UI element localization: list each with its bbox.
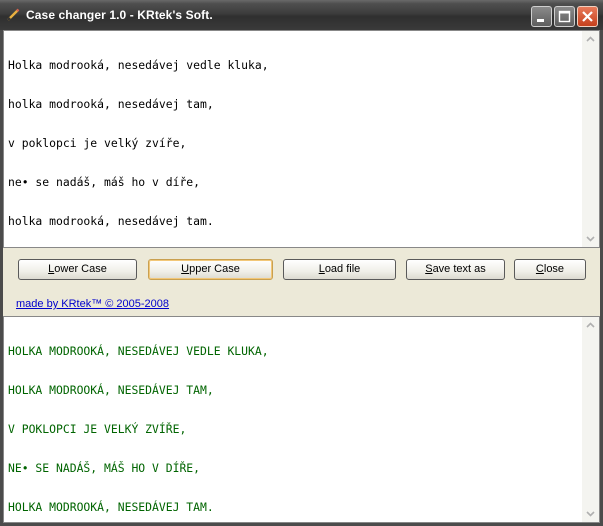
output-text[interactable]: HOLKA MODROOKÁ, NESEDÁVEJ VEDLE KLUKA, H… (8, 319, 269, 522)
credit-link[interactable]: made by KRtek™ © 2005-2008 (16, 298, 169, 310)
input-text-area[interactable]: Holka modrooká, nesedávej vedle kluka, h… (3, 30, 600, 248)
maximize-icon (558, 10, 571, 23)
input-line: holka modrooká, nesedávej tam. (8, 214, 214, 228)
load-file-button[interactable]: Load file (283, 259, 396, 280)
input-text[interactable]: Holka modrooká, nesedávej vedle kluka, h… (8, 33, 269, 247)
close-window-button[interactable] (577, 6, 598, 27)
input-line: holka modrooká, nesedávej tam, (8, 97, 214, 111)
scroll-up-icon[interactable] (583, 32, 598, 47)
lower-case-button[interactable]: Lower Case (18, 259, 137, 280)
input-line: Holka modrooká, nesedávej vedle kluka, (8, 58, 269, 72)
load-file-label: oad file (324, 263, 361, 275)
input-line: ne• se nadáš, máš ho v díře, (8, 175, 201, 189)
window-title: Case changer 1.0 - KRtek's Soft. (26, 8, 213, 22)
pencil-icon (6, 8, 20, 22)
minimize-button[interactable] (531, 6, 552, 27)
case-changer-window: Case changer 1.0 - KRtek's Soft. Holka m… (0, 0, 603, 526)
scroll-down-icon[interactable] (583, 231, 598, 246)
output-line: NE• SE NADÁŠ, MÁŠ HO V DÍŘE, (8, 461, 201, 475)
save-text-label: ave text as (432, 263, 486, 275)
scroll-up-icon[interactable] (583, 318, 598, 333)
upper-case-mnemonic: U (181, 263, 190, 275)
close-label: lose (543, 263, 565, 275)
save-text-mnemonic: S (425, 263, 433, 275)
input-scrollbar[interactable] (582, 31, 599, 247)
output-line: HOLKA MODROOKÁ, NESEDÁVEJ TAM. (8, 500, 214, 514)
output-line: HOLKA MODROOKÁ, NESEDÁVEJ TAM, (8, 383, 214, 397)
lower-case-label: ower Case (54, 263, 107, 275)
minimize-icon (537, 19, 544, 22)
maximize-button[interactable] (554, 6, 575, 27)
close-icon (582, 11, 593, 22)
upper-case-label: pper Case (189, 263, 240, 275)
close-button[interactable]: Close (514, 259, 586, 280)
output-text-area[interactable]: HOLKA MODROOKÁ, NESEDÁVEJ VEDLE KLUKA, H… (3, 316, 600, 523)
output-line: V POKLOPCI JE VELKÝ ZVÍŘE, (8, 422, 187, 436)
input-line: v poklopci je velký zvíře, (8, 136, 187, 150)
close-mnemonic: C (535, 263, 544, 275)
scroll-down-icon[interactable] (583, 506, 598, 521)
upper-case-button[interactable]: Upper Case (148, 259, 273, 280)
output-line: HOLKA MODROOKÁ, NESEDÁVEJ VEDLE KLUKA, (8, 344, 269, 358)
save-text-button[interactable]: Save text as (406, 259, 505, 280)
title-bar[interactable]: Case changer 1.0 - KRtek's Soft. (0, 0, 603, 30)
output-scrollbar[interactable] (582, 317, 599, 522)
